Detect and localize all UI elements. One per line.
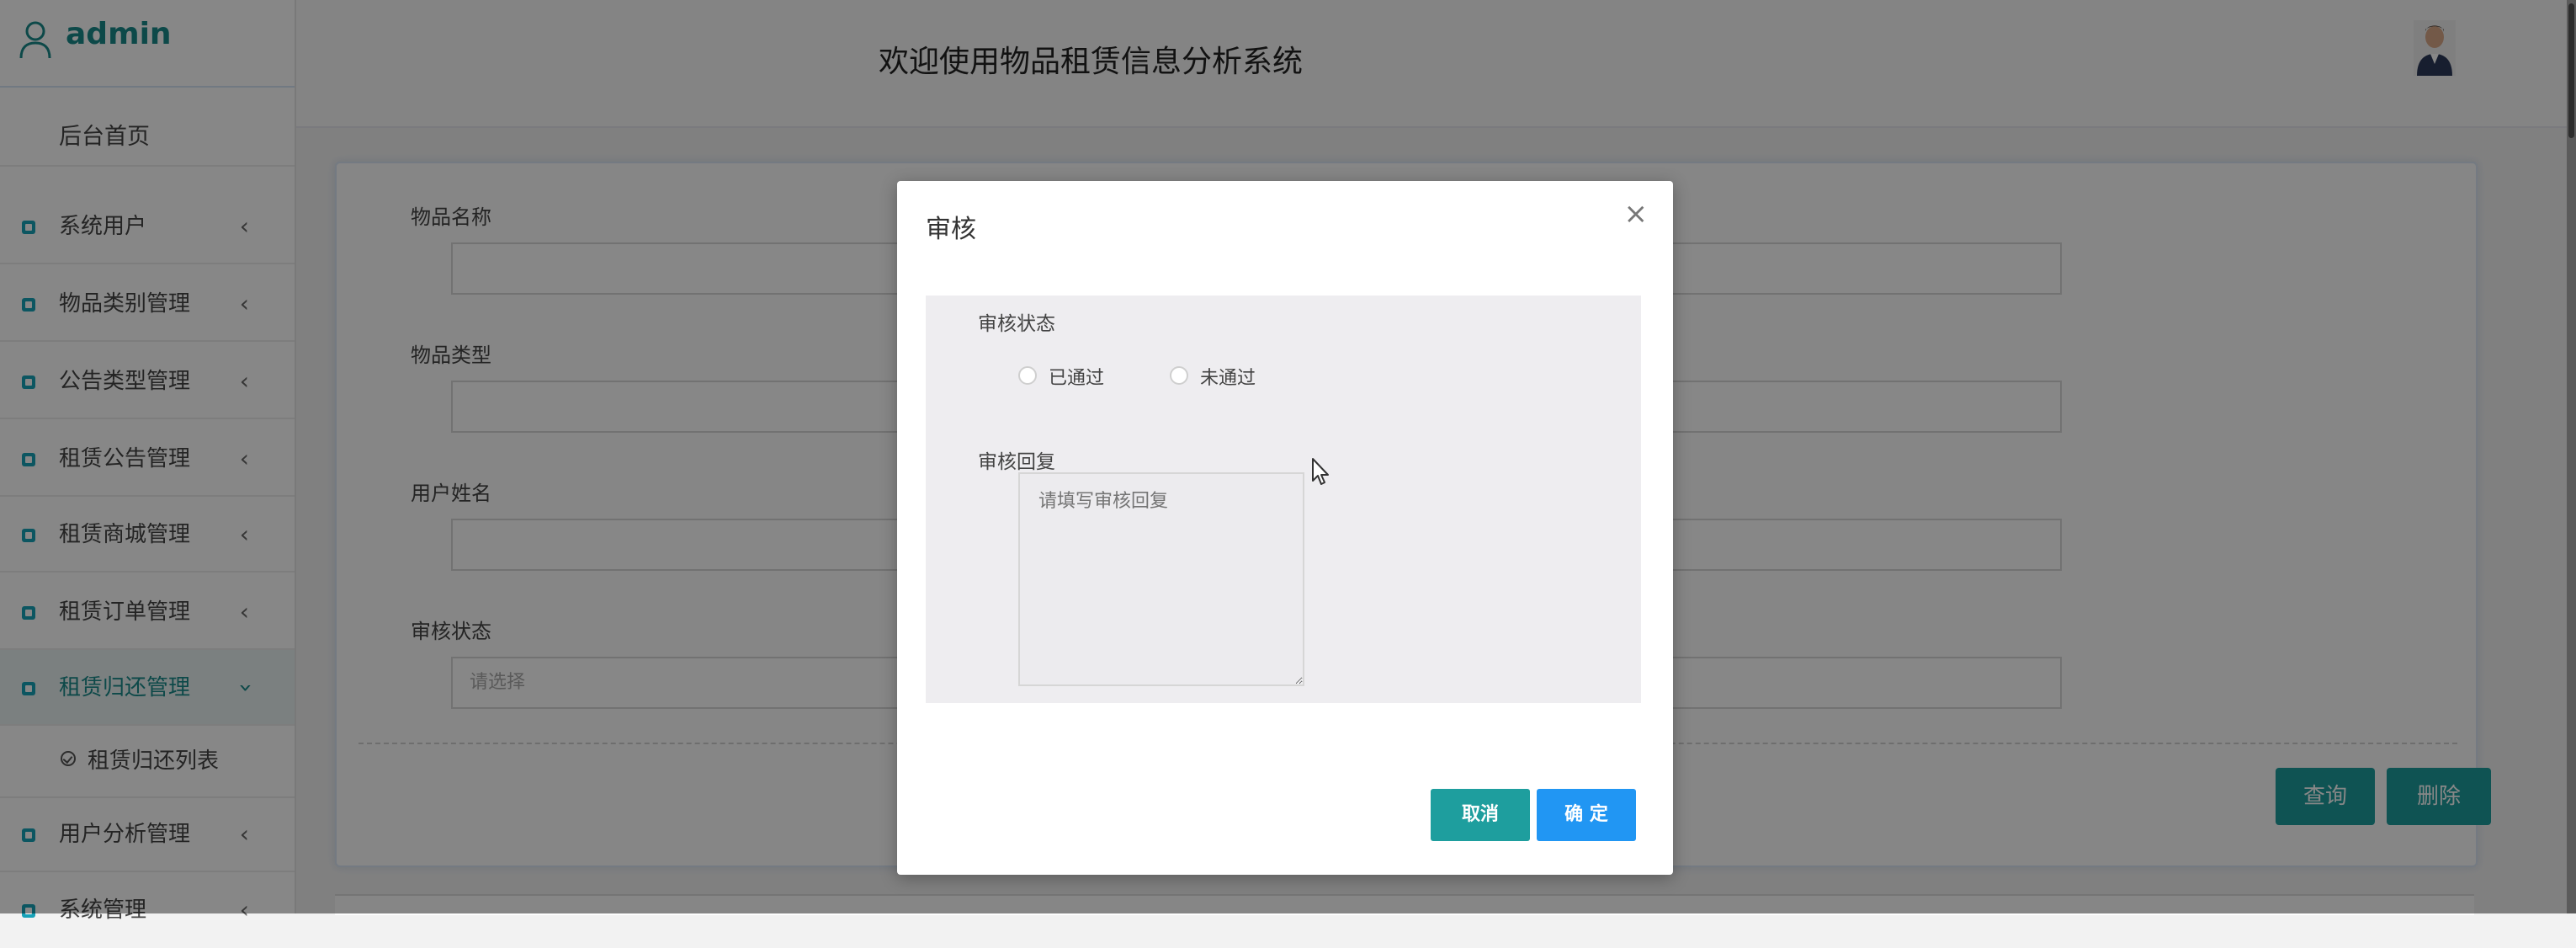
close-icon[interactable]: × bbox=[1624, 200, 1649, 228]
audit-reply-textarea[interactable] bbox=[1018, 472, 1304, 686]
modal-form: 审核状态 已通过 未通过 审核回复 bbox=[926, 296, 1641, 703]
radio-rejected[interactable] bbox=[1170, 366, 1188, 385]
radio-passed-label[interactable]: 已通过 bbox=[1049, 363, 1104, 390]
radio-passed[interactable] bbox=[1018, 366, 1037, 385]
audit-modal: 审核 × 审核状态 已通过 未通过 审核回复 取消 确 定 bbox=[897, 181, 1673, 875]
mouse-cursor-icon bbox=[1312, 458, 1329, 485]
audit-status-label: 审核状态 bbox=[978, 313, 1055, 335]
scrollbar-thumb[interactable] bbox=[2568, 3, 2574, 138]
confirm-button[interactable]: 确 定 bbox=[1537, 789, 1636, 841]
audit-reply-label: 审核回复 bbox=[978, 451, 1055, 473]
modal-title: 审核 bbox=[926, 215, 976, 244]
cancel-button[interactable]: 取消 bbox=[1431, 789, 1530, 841]
radio-rejected-label[interactable]: 未通过 bbox=[1200, 363, 1256, 390]
